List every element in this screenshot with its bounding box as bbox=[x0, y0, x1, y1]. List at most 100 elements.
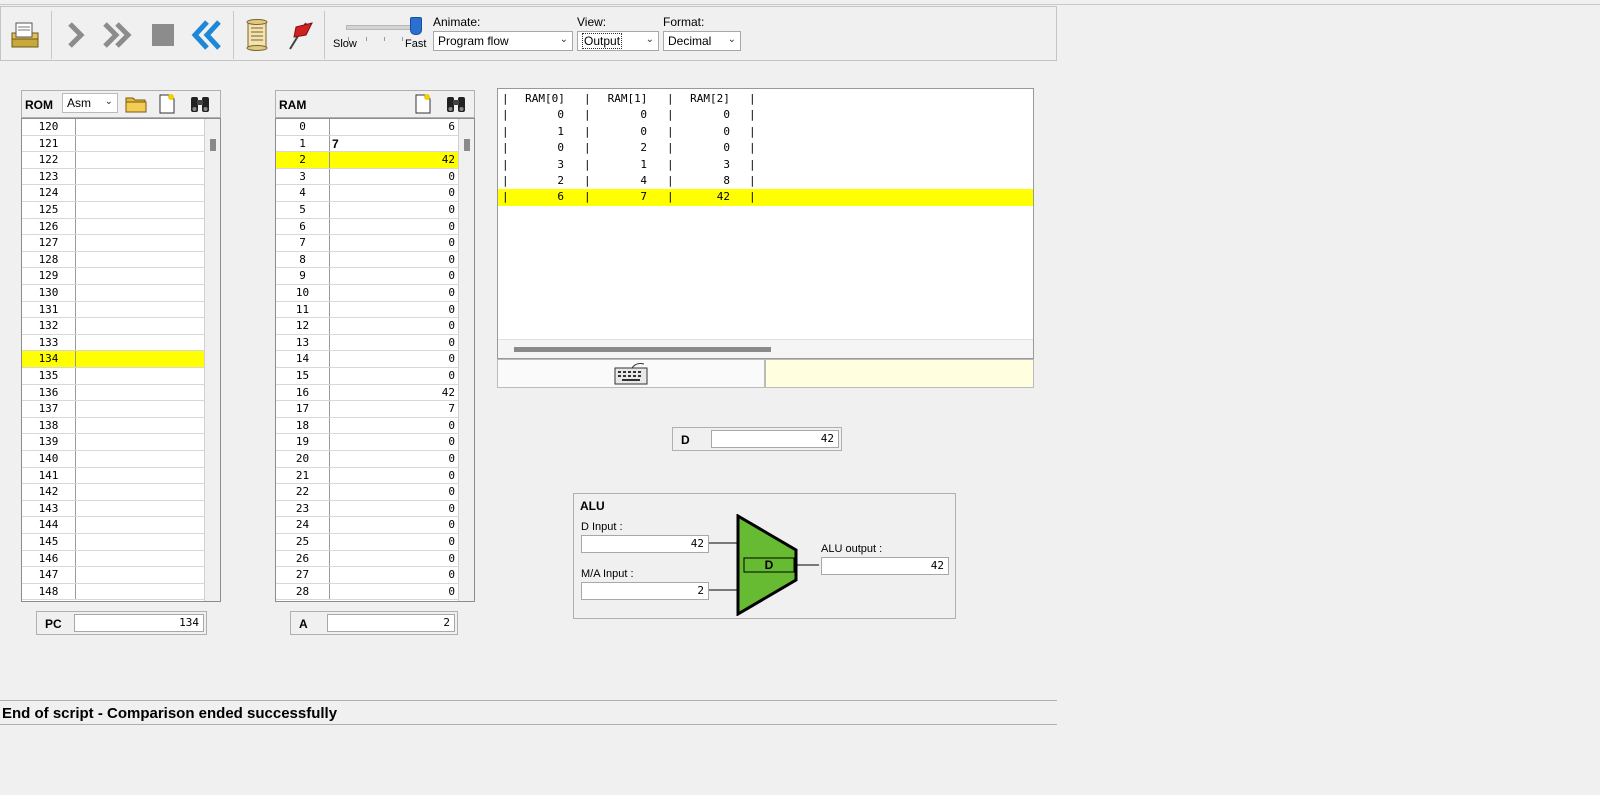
ram-row[interactable]: 14 0 bbox=[276, 351, 458, 368]
ram-value[interactable]: 0 bbox=[330, 318, 458, 334]
ram-value[interactable]: 0 bbox=[330, 551, 458, 567]
rom-row[interactable]: 144 bbox=[22, 517, 204, 534]
ram-row[interactable]: 22 0 bbox=[276, 484, 458, 501]
rom-value[interactable] bbox=[76, 468, 204, 484]
rom-mode-select[interactable]: Asm ⌄ bbox=[62, 93, 118, 113]
ram-value[interactable]: 0 bbox=[330, 468, 458, 484]
rom-value[interactable] bbox=[76, 119, 204, 135]
rom-value[interactable] bbox=[76, 152, 204, 168]
single-step-button[interactable] bbox=[58, 17, 94, 53]
ram-row[interactable]: 17 7 bbox=[276, 401, 458, 418]
rom-value[interactable] bbox=[76, 185, 204, 201]
rom-value[interactable] bbox=[76, 285, 204, 301]
reset-button[interactable] bbox=[188, 17, 224, 53]
ram-value[interactable]: 7 bbox=[330, 136, 458, 152]
rom-value[interactable] bbox=[76, 235, 204, 251]
rom-row[interactable]: 132 bbox=[22, 318, 204, 335]
rom-value[interactable] bbox=[76, 584, 204, 600]
ram-row[interactable]: 25 0 bbox=[276, 534, 458, 551]
ram-value[interactable]: 6 bbox=[330, 119, 458, 135]
rom-value[interactable] bbox=[76, 517, 204, 533]
ram-row[interactable]: 17 bbox=[276, 135, 458, 153]
rom-value[interactable] bbox=[76, 385, 204, 401]
ram-value[interactable]: 0 bbox=[330, 268, 458, 284]
ram-value[interactable]: 7 bbox=[330, 401, 458, 417]
rom-find-button[interactable] bbox=[189, 94, 211, 117]
rom-value[interactable] bbox=[76, 484, 204, 500]
ram-value[interactable]: 0 bbox=[330, 484, 458, 500]
rom-row[interactable]: 121 bbox=[22, 135, 204, 153]
ram-value[interactable]: 42 bbox=[330, 152, 458, 168]
load-program-button[interactable] bbox=[7, 17, 43, 53]
ram-row[interactable]: 12 0 bbox=[276, 318, 458, 335]
speed-slider-thumb[interactable] bbox=[410, 17, 422, 35]
ram-value[interactable]: 0 bbox=[330, 584, 458, 600]
rom-row[interactable]: 135 bbox=[22, 368, 204, 385]
rom-scroll-thumb[interactable] bbox=[210, 139, 216, 151]
ram-value[interactable]: 0 bbox=[330, 169, 458, 185]
ram-row[interactable]: 27 0 bbox=[276, 567, 458, 584]
ram-row[interactable]: 21 0 bbox=[276, 467, 458, 485]
rom-row[interactable]: 143 bbox=[22, 500, 204, 518]
stop-button[interactable] bbox=[145, 17, 181, 53]
ram-row[interactable]: 2 42 bbox=[276, 152, 458, 169]
ram-value[interactable]: 0 bbox=[330, 517, 458, 533]
rom-value[interactable] bbox=[76, 418, 204, 434]
rom-value[interactable] bbox=[76, 534, 204, 550]
ram-row[interactable]: 23 0 bbox=[276, 500, 458, 518]
ram-row[interactable]: 15 0 bbox=[276, 368, 458, 385]
ram-value[interactable]: 0 bbox=[330, 185, 458, 201]
rom-value[interactable] bbox=[76, 318, 204, 334]
view-select[interactable]: Output ⌄ bbox=[577, 31, 659, 51]
rom-value[interactable] bbox=[76, 202, 204, 218]
a-value[interactable]: 2 bbox=[327, 614, 455, 632]
ram-row[interactable]: 10 0 bbox=[276, 285, 458, 302]
ram-new-button[interactable] bbox=[414, 93, 432, 118]
ram-row[interactable]: 80 bbox=[276, 251, 458, 269]
rom-value[interactable] bbox=[76, 567, 204, 583]
ram-value[interactable]: 0 bbox=[330, 202, 458, 218]
rom-value[interactable] bbox=[76, 501, 204, 517]
speed-slider[interactable] bbox=[346, 25, 420, 30]
rom-row[interactable]: 140 bbox=[22, 451, 204, 468]
ram-row[interactable]: 26 0 bbox=[276, 550, 458, 568]
output-scroll-thumb[interactable] bbox=[514, 347, 771, 352]
rom-new-button[interactable] bbox=[158, 93, 176, 118]
rom-value[interactable] bbox=[76, 434, 204, 450]
ram-row[interactable]: 70 bbox=[276, 235, 458, 252]
d-value[interactable]: 42 bbox=[711, 430, 839, 448]
ram-value[interactable]: 42 bbox=[330, 385, 458, 401]
ram-value[interactable]: 0 bbox=[330, 451, 458, 467]
ram-value[interactable]: 0 bbox=[330, 252, 458, 268]
ram-row[interactable]: 06 bbox=[276, 119, 458, 136]
rom-value[interactable] bbox=[76, 302, 204, 318]
rom-value[interactable] bbox=[76, 219, 204, 235]
script-button[interactable] bbox=[239, 17, 275, 53]
rom-row[interactable]: 137 bbox=[22, 401, 204, 418]
ram-row[interactable]: 18 0 bbox=[276, 417, 458, 435]
rom-row[interactable]: 148 bbox=[22, 583, 204, 601]
ram-value[interactable]: 0 bbox=[330, 235, 458, 251]
rom-value[interactable] bbox=[76, 169, 204, 185]
rom-row[interactable]: 142 bbox=[22, 484, 204, 501]
format-select[interactable]: Decimal ⌄ bbox=[663, 31, 741, 51]
rom-row[interactable]: 130 bbox=[22, 285, 204, 302]
output-table[interactable]: | | | | RAM[0] RAM[1] RAM[2] | | | | 0 0 0 | | | | 1 0 0 | | | |… bbox=[497, 88, 1034, 359]
rom-row[interactable]: 133 bbox=[22, 334, 204, 352]
ram-value[interactable]: 0 bbox=[330, 302, 458, 318]
rom-row[interactable]: 127 bbox=[22, 235, 204, 252]
rom-row[interactable]: 139 bbox=[22, 434, 204, 451]
ram-value[interactable]: 0 bbox=[330, 368, 458, 384]
ram-row[interactable]: 11 0 bbox=[276, 301, 458, 319]
ram-value[interactable]: 0 bbox=[330, 285, 458, 301]
rom-table[interactable]: 120 121 122 123 124 125 126 127 128 129 130 131 132 1… bbox=[21, 118, 221, 602]
rom-row[interactable]: 141 bbox=[22, 467, 204, 485]
rom-value[interactable] bbox=[76, 351, 204, 367]
ram-row[interactable]: 30 bbox=[276, 168, 458, 186]
keyboard-panel[interactable] bbox=[497, 359, 765, 388]
ram-row[interactable]: 20 0 bbox=[276, 451, 458, 468]
rom-row[interactable]: 120 bbox=[22, 119, 204, 136]
ram-value[interactable]: 0 bbox=[330, 219, 458, 235]
rom-value[interactable] bbox=[76, 335, 204, 351]
ram-value[interactable]: 0 bbox=[330, 418, 458, 434]
